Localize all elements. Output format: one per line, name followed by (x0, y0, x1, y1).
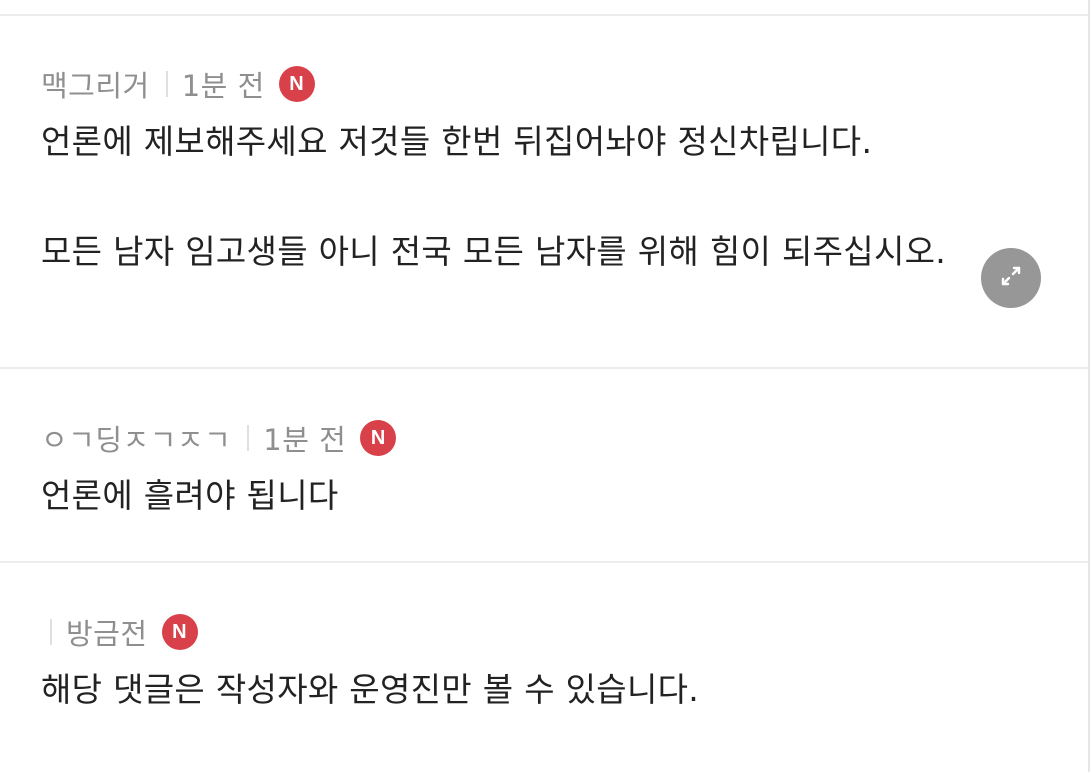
comment-meta: 맥그리거 1분 전 N (41, 64, 1088, 104)
comment-body: 해당 댓글은 작성자와 운영진만 볼 수 있습니다. (41, 664, 1088, 716)
new-badge-icon: N (360, 420, 397, 456)
comment-text-line: 해당 댓글은 작성자와 운영진만 볼 수 있습니다. (41, 670, 700, 709)
comment-body: 언론에 제보해주세요 저것들 한번 뒤집어놔야 정신차립니다. 모든 남자 임고… (41, 116, 1088, 278)
new-badge-icon: N (278, 66, 315, 102)
comment-time: 방금전 (66, 617, 148, 651)
comment-body: 언론에 흘려야 됩니다 (41, 470, 1088, 522)
meta-separator (50, 619, 52, 645)
comment-divider (0, 561, 1088, 563)
comment-text-line: 모든 남자 임고생들 아니 전국 모든 남자를 위해 힘이 되주십시오. (41, 232, 947, 271)
meta-separator (165, 71, 168, 97)
comment-list: 맥그리거 1분 전 N 언론에 제보해주세요 저것들 한번 뒤집어놔야 정신차립… (0, 0, 1090, 772)
comment-divider (0, 367, 1088, 369)
comment-author[interactable]: ㅇㄱ딩ㅈㄱㅈㄱ (41, 417, 231, 459)
top-divider (0, 0, 1088, 16)
comment-meta: 방금전 N (50, 612, 1088, 652)
expand-arrows-icon (997, 262, 1025, 294)
comment-time: 1분 전 (181, 69, 265, 103)
meta-separator (247, 425, 250, 451)
comment-author[interactable]: 맥그리거 (41, 63, 150, 105)
expand-button[interactable] (981, 248, 1041, 308)
new-badge-icon: N (161, 614, 198, 650)
comment-time: 1분 전 (263, 423, 347, 457)
comment-item: 방금전 N 해당 댓글은 작성자와 운영진만 볼 수 있습니다. (0, 612, 1088, 716)
comment-meta: ㅇㄱ딩ㅈㄱㅈㄱ 1분 전 N (41, 418, 1088, 458)
comment-text-line: 언론에 흘려야 됩니다 (41, 476, 339, 515)
comment-text-line: 언론에 제보해주세요 저것들 한번 뒤집어놔야 정신차립니다. (41, 122, 873, 161)
comment-item: ㅇㄱ딩ㅈㄱㅈㄱ 1분 전 N 언론에 흘려야 됩니다 (0, 418, 1088, 522)
comment-item: 맥그리거 1분 전 N 언론에 제보해주세요 저것들 한번 뒤집어놔야 정신차립… (0, 64, 1088, 278)
